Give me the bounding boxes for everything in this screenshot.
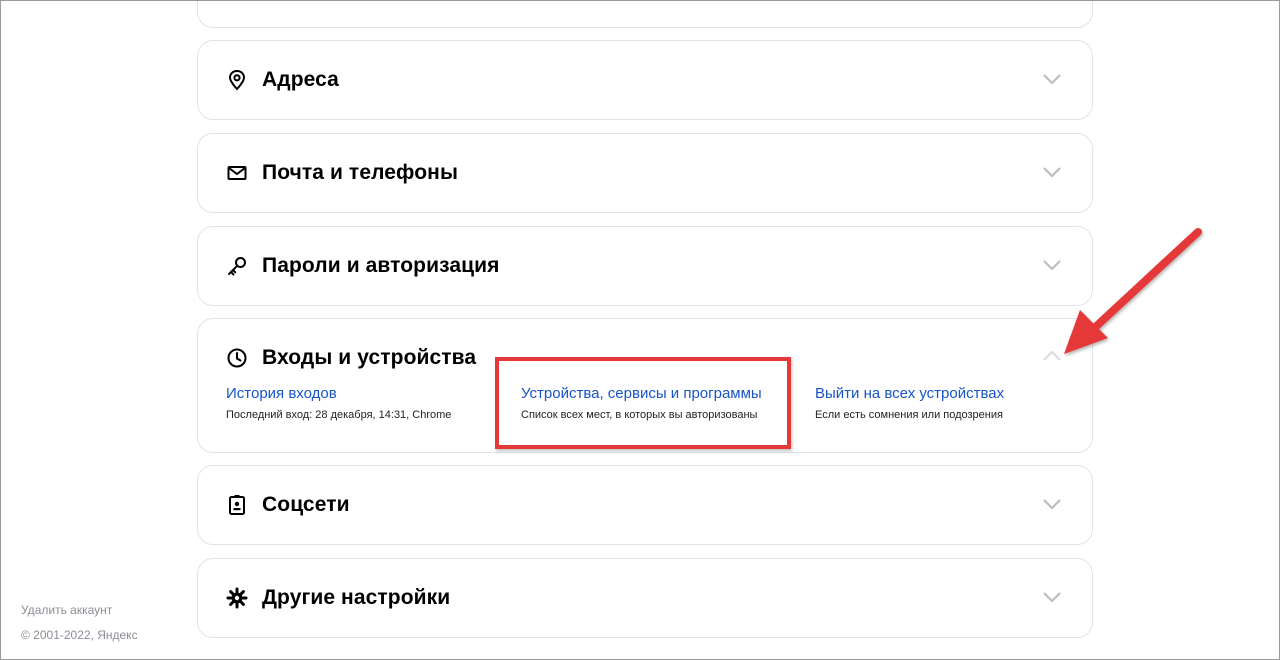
logout-all-desc: Если есть сомнения или подозрения — [815, 409, 1003, 421]
highlight-box — [495, 357, 791, 449]
badge-icon — [226, 494, 248, 516]
chevron-down-icon[interactable] — [1042, 590, 1062, 604]
annotation-arrow-icon — [1064, 228, 1202, 354]
section-title: Входы и устройства — [262, 346, 477, 369]
section-mail-phones[interactable]: Почта и телефоны — [197, 133, 1093, 213]
section-social[interactable]: Соцсети — [197, 465, 1093, 545]
login-history-link[interactable]: История входов — [226, 385, 451, 402]
gear-icon — [226, 587, 248, 609]
section-title: Почта и телефоны — [262, 161, 458, 184]
chevron-down-icon[interactable] — [1042, 497, 1062, 511]
copyright-text: © 2001-2022, Яндекс — [21, 628, 138, 642]
section-title: Пароли и авторизация — [262, 254, 500, 277]
section-title: Адреса — [262, 68, 339, 91]
section-title: Соцсети — [262, 493, 350, 516]
section-addresses[interactable]: Адреса — [197, 40, 1093, 120]
chevron-down-icon[interactable] — [1042, 165, 1062, 179]
location-pin-icon — [226, 69, 248, 91]
login-history-desc: Последний вход: 28 декабря, 14:31, Chrom… — [226, 409, 452, 421]
login-history-item: История входов Последний вход: 28 декабр… — [226, 385, 451, 421]
section-passwords[interactable]: Пароли и авторизация — [197, 226, 1093, 306]
section-title: Другие настройки — [262, 586, 451, 609]
chevron-down-icon[interactable] — [1042, 72, 1062, 86]
logout-all-item: Выйти на всех устройствах Если есть сомн… — [815, 385, 1004, 421]
key-icon — [226, 255, 248, 277]
logout-all-link[interactable]: Выйти на всех устройствах — [815, 385, 1004, 402]
mail-icon — [226, 162, 248, 184]
top-partial-card — [197, 0, 1093, 28]
clock-icon — [226, 347, 248, 369]
delete-account-link[interactable]: Удалить аккаунт — [21, 603, 112, 617]
section-other-settings[interactable]: Другие настройки — [197, 558, 1093, 638]
